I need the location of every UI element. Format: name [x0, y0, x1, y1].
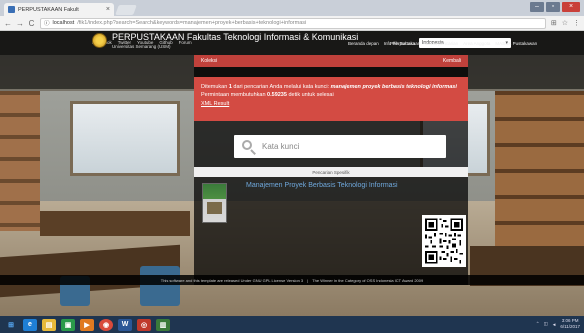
window-controls: – ▫ ×: [530, 2, 580, 12]
url-path: /fik1/index.php?search=Search&keywords=m…: [77, 20, 307, 26]
search-icon[interactable]: [242, 139, 256, 155]
page-footer: This software and this template are rele…: [0, 275, 584, 285]
alert-text: dari pencarian Anda melalui kata kunci:: [231, 84, 331, 90]
panel-header: Koleksi Kembali: [194, 55, 468, 67]
result-title-link[interactable]: Manajemen Proyek Berbasis Teknologi Info…: [246, 182, 398, 189]
background-table: [40, 211, 190, 236]
url-host: localhost: [52, 20, 75, 26]
taskbar: ⊞ e ▤ ▣ ▶ ◉ W ◎ ▥ ⌃ ◫ ◄ 3:06 PM 6/11/201…: [0, 316, 584, 333]
nav-search-news[interactable]: Berita pencarian: [425, 41, 458, 46]
query-time: 0.59235: [267, 92, 287, 98]
browser-tab[interactable]: PERPUSTAKAAN Fakult ×: [4, 3, 114, 16]
bookmark-star-icon[interactable]: ☆: [562, 19, 568, 27]
windows-start-icon[interactable]: ⊞: [4, 319, 18, 331]
background-bookshelf: [495, 91, 584, 251]
qr-code-image: [422, 215, 466, 267]
footer-license: This software and this template are rele…: [160, 277, 304, 283]
book-cover-image[interactable]: [202, 183, 227, 223]
search-keyword: manajemen proyek berbasis teknologi info…: [330, 84, 457, 90]
internet-explorer-icon[interactable]: e: [23, 318, 37, 331]
search-result-alert: Ditemukan 1 dari pencarian Anda melalui …: [194, 77, 468, 121]
forward-icon[interactable]: →: [16, 19, 24, 28]
info-icon[interactable]: ⓘ: [44, 19, 50, 27]
nav-library-info[interactable]: Info Perpustakaan: [384, 41, 421, 46]
back-link[interactable]: Kembali: [443, 58, 461, 64]
content-panel: Koleksi Kembali Ditemukan 1 dari pencari…: [194, 55, 468, 285]
volume-icon[interactable]: ◄: [552, 322, 556, 327]
word-icon[interactable]: W: [118, 318, 132, 331]
network-icon[interactable]: ◫: [544, 321, 548, 327]
xml-result-link[interactable]: XML Result: [201, 100, 229, 108]
maximize-icon[interactable]: ▫: [546, 2, 560, 12]
tray-arrow-icon[interactable]: ⌃: [536, 321, 540, 327]
site-title: PERPUSTAKAAN Fakultas Teknologi Informas…: [112, 32, 359, 42]
extension-icon[interactable]: ⊞: [551, 19, 557, 27]
menu-icon[interactable]: ⋮: [573, 19, 580, 27]
advanced-search-button[interactable]: Pencarian Spesifik: [194, 167, 468, 177]
app-icon[interactable]: ▣: [61, 318, 75, 331]
close-window-icon[interactable]: ×: [562, 2, 580, 12]
collection-link[interactable]: Koleksi: [201, 58, 217, 64]
nav-librarian-login[interactable]: MASUK Pustakawan: [495, 41, 537, 46]
footer-award: The Winner in the Category of OSS Indone…: [312, 277, 424, 283]
nav-home[interactable]: Beranda depan: [348, 41, 379, 46]
tab-title: PERPUSTAKAAN Fakult: [18, 6, 79, 13]
clock-date: 6/11/2017: [560, 324, 580, 329]
file-explorer-icon[interactable]: ▤: [42, 318, 56, 331]
address-bar: ← → C ⓘ localhost/fik1/index.php?search=…: [0, 16, 584, 31]
nav-member-area[interactable]: Area Anggota: [463, 41, 490, 46]
clock[interactable]: 3:06 PM 6/11/2017: [560, 318, 580, 330]
back-icon[interactable]: ←: [4, 19, 12, 28]
new-tab-button[interactable]: [115, 5, 137, 15]
university-logo: [92, 33, 107, 48]
site-subtitle: Universitas Semarang (USM): [112, 44, 171, 49]
background-chair: [140, 266, 180, 306]
app-icon[interactable]: ▥: [156, 318, 170, 331]
search-input[interactable]: [262, 142, 438, 151]
favicon-icon: [8, 6, 15, 13]
alert-text: Ditemukan: [201, 84, 229, 90]
background-bookshelf: [0, 91, 40, 231]
url-field[interactable]: ⓘ localhost/fik1/index.php?search=Search…: [40, 17, 546, 29]
chrome-icon[interactable]: ◉: [99, 318, 113, 331]
app-icon[interactable]: ◎: [137, 318, 151, 331]
system-tray: ⌃ ◫ ◄ 3:06 PM 6/11/2017: [536, 318, 580, 330]
reload-icon[interactable]: C: [28, 19, 35, 28]
result-item: Manajemen Proyek Berbasis Teknologi Info…: [194, 179, 468, 279]
alert-time-text: detik untuk selesai: [286, 92, 334, 98]
tab-close-icon[interactable]: ×: [106, 6, 110, 13]
media-player-icon[interactable]: ▶: [80, 318, 94, 331]
main-navigation: Beranda depan Info Perpustakaan Berita p…: [348, 41, 537, 46]
background-window: [70, 101, 180, 176]
footer-separator: |: [307, 277, 309, 283]
search-box: [234, 135, 446, 158]
minimize-icon[interactable]: –: [530, 2, 544, 12]
alert-time-text: Permintaan membutuhkan: [201, 92, 268, 98]
browser-tab-bar: PERPUSTAKAAN Fakult × – ▫ ×: [0, 0, 584, 16]
